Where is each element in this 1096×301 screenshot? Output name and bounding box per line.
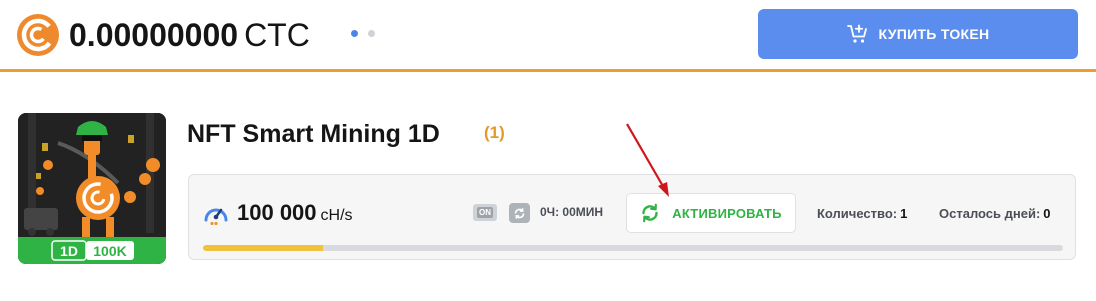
speedometer-icon <box>204 208 228 225</box>
progress-bar <box>203 245 1063 251</box>
buy-token-label: КУПИТЬ ТОКЕН <box>878 26 990 42</box>
quantity-label: Количество: <box>817 206 898 221</box>
buy-token-button[interactable]: КУПИТЬ ТОКЕН <box>758 9 1078 59</box>
refresh-icon <box>642 203 658 223</box>
balance: 0.00000000 CTC <box>69 15 310 55</box>
activate-label: АКТИВИРОВАТЬ <box>672 205 782 221</box>
nft-image[interactable]: 1D 100K <box>18 113 166 264</box>
nft-badge-duration: 1D <box>60 243 78 259</box>
on-status-label: ON <box>477 207 493 218</box>
miner-illustration: 1D 100K <box>18 113 166 264</box>
carousel-dot-active[interactable] <box>351 30 358 37</box>
nft-title: NFT Smart Mining 1D <box>187 120 440 148</box>
auto-renew-icon[interactable] <box>509 203 530 223</box>
hashrate-value: 100 000 <box>237 200 317 225</box>
activate-button[interactable]: АКТИВИРОВАТЬ <box>626 193 796 233</box>
balance-amount: 0.00000000 <box>69 17 239 53</box>
progress-fill <box>203 245 324 251</box>
cart-plus-icon <box>846 24 867 43</box>
hashrate-unit: cH/s <box>320 207 353 224</box>
quantity-stat: Количество: 1 <box>817 206 907 221</box>
coin-logo-icon <box>17 14 59 56</box>
nft-count-badge: (1) <box>484 123 505 142</box>
balance-unit: CTC <box>244 17 310 53</box>
days-left-label: Осталось дней: <box>939 206 1041 221</box>
nft-badge-power: 100K <box>93 243 126 259</box>
carousel-dot[interactable] <box>368 30 375 37</box>
mining-panel: 100 000 cH/s ON 0Ч: 00МИН АКТИВИРОВАТЬ Ко… <box>188 174 1076 260</box>
header: 0.00000000 CTC КУПИТЬ ТОКЕН <box>0 0 1096 72</box>
on-status-icon[interactable]: ON <box>473 204 497 221</box>
sync-icon <box>514 207 525 219</box>
days-left-value: 0 <box>1043 206 1051 221</box>
time-left: 0Ч: 00МИН <box>540 205 604 219</box>
header-divider <box>0 69 1096 72</box>
quantity-value: 1 <box>900 206 908 221</box>
days-left-stat: Осталось дней: 0 <box>939 206 1051 221</box>
hashrate: 100 000 cH/s <box>237 199 353 230</box>
